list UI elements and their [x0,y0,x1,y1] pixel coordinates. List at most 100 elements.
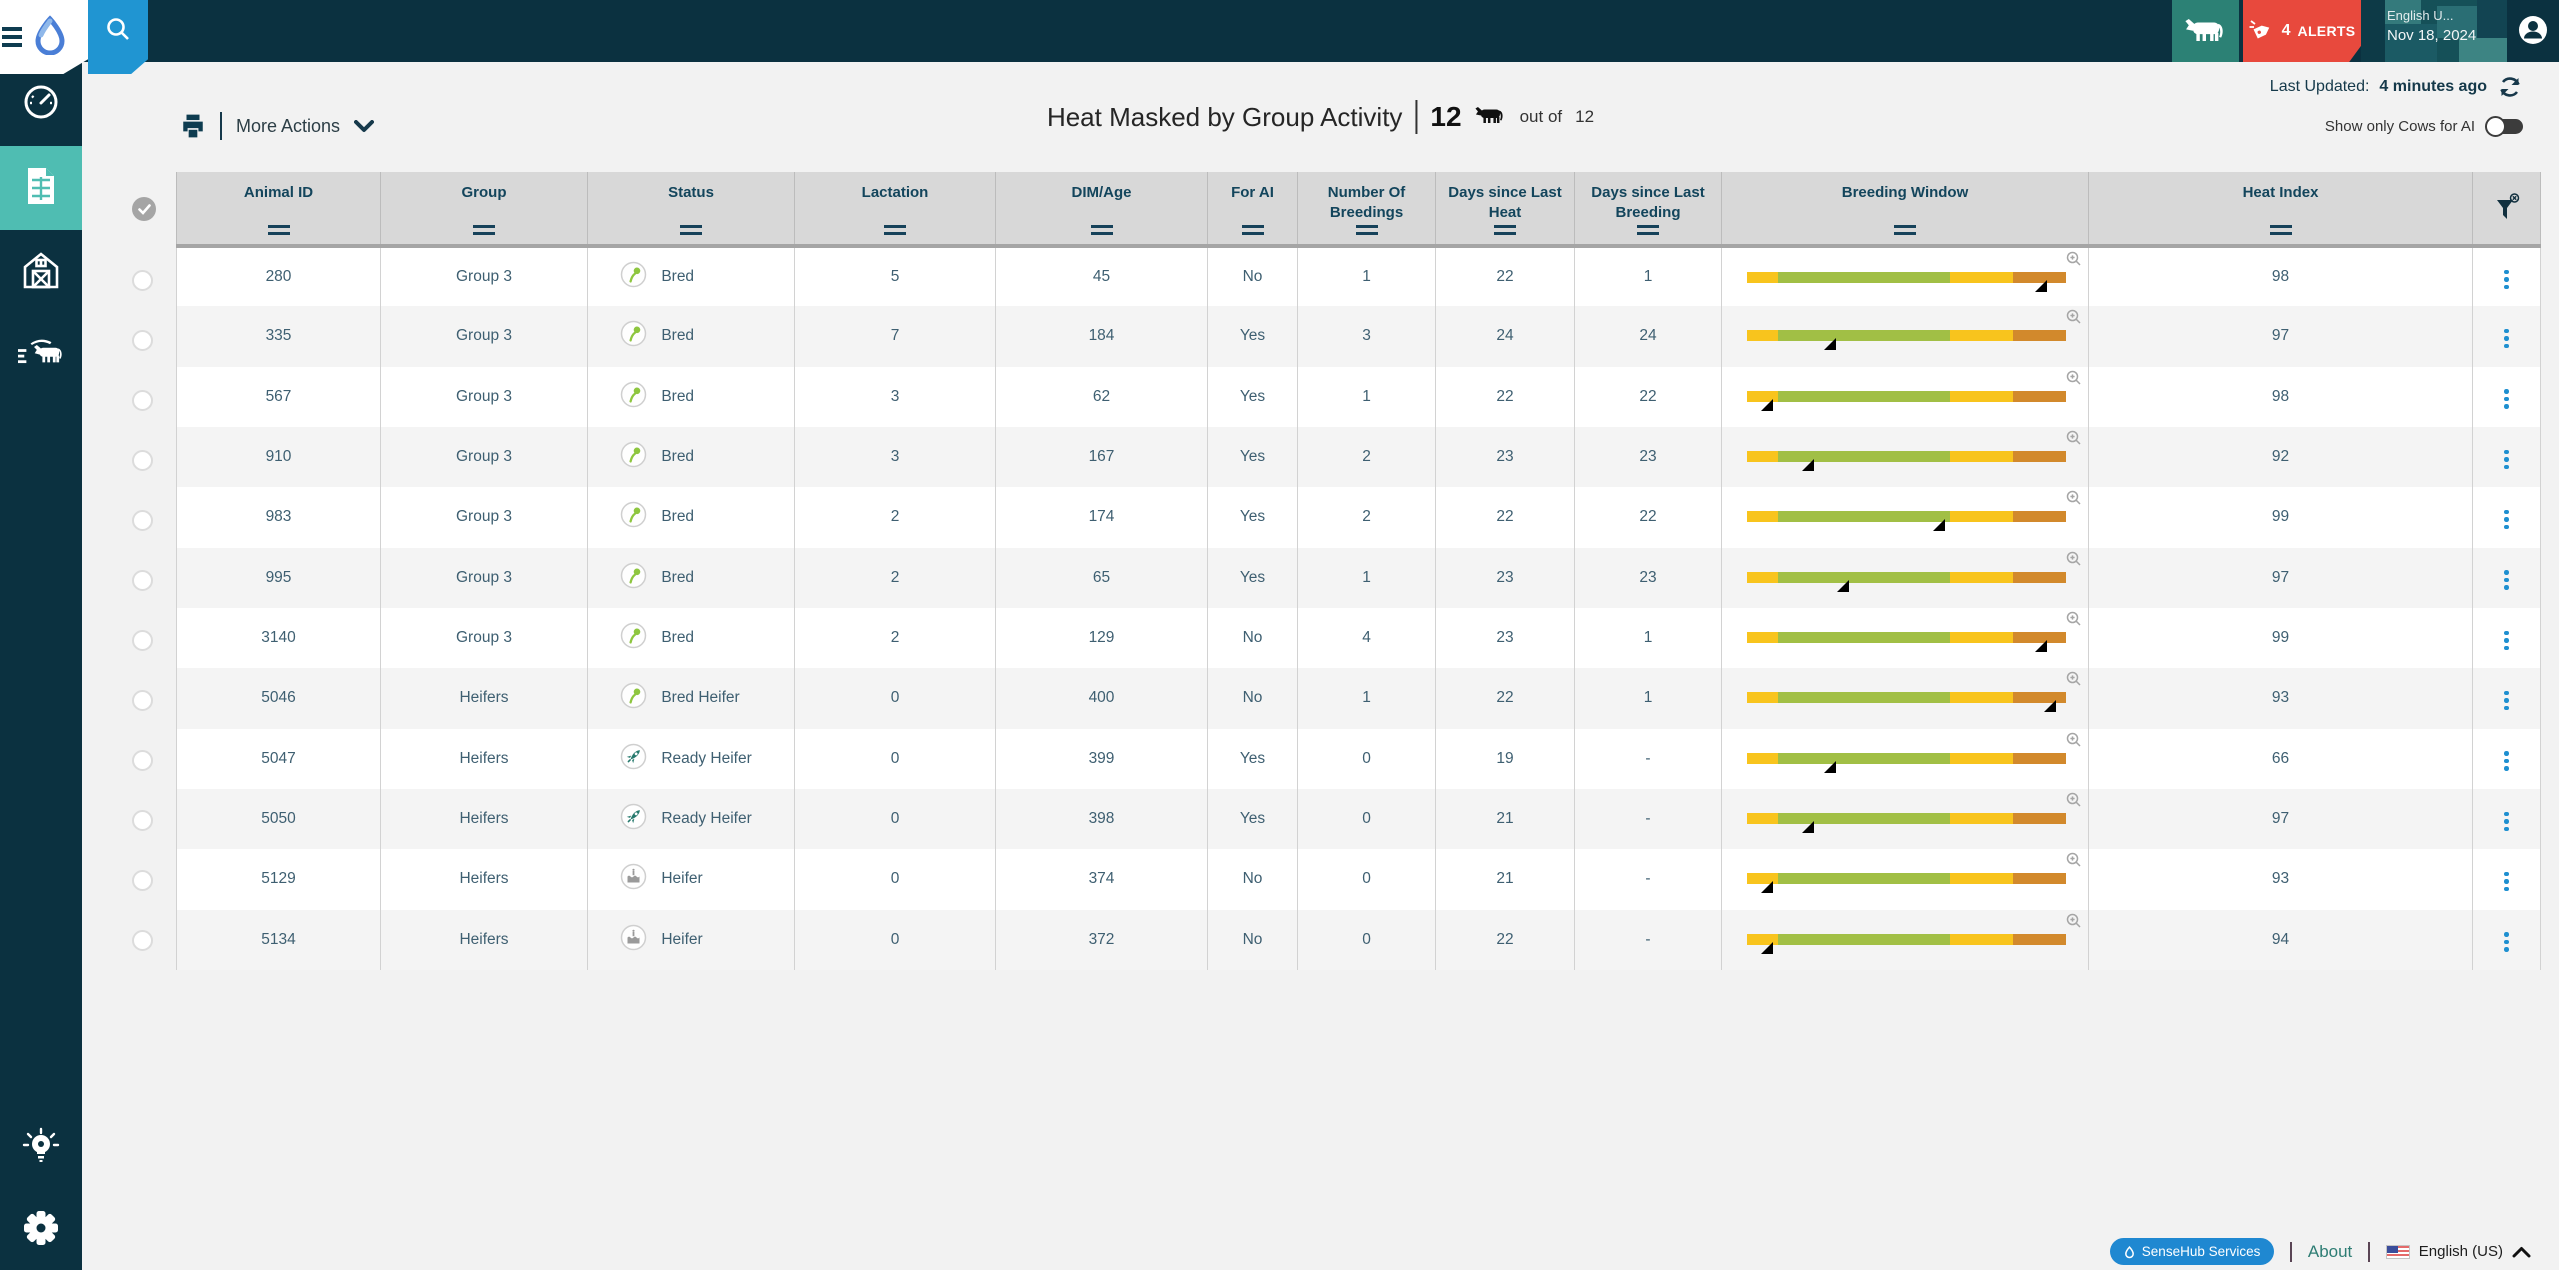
breeding-window-zoom-icon[interactable] [2066,251,2082,272]
clear-filters-icon[interactable] [2473,183,2540,223]
row-menu-kebab-icon[interactable] [2494,385,2519,413]
alerts-button[interactable]: 4 ALERTS [2243,0,2361,62]
table-row: 910 Group 3 Bred 3 167 Yes 2 23 23 [177,427,2541,487]
row-select-radio[interactable] [132,510,153,531]
breeding-window-zoom-icon[interactable] [2066,551,2082,572]
breeding-window-zoom-icon[interactable] [2066,430,2082,451]
cell-status: Heifer [588,910,795,970]
row-menu-kebab-icon[interactable] [2494,687,2519,715]
cell-number-of-breedings: 2 [1298,427,1436,487]
row-select-radio[interactable] [132,630,153,651]
cell-days-since-last-heat: 22 [1436,367,1575,427]
cell-number-of-breedings: 0 [1298,729,1436,789]
breeding-window-zoom-icon[interactable] [2066,370,2082,391]
locale-date: Nov 18, 2024 [2387,27,2476,44]
breeding-window-zoom-icon[interactable] [2066,913,2082,934]
top-bar: 4 ALERTS English U... Nov 18, 2024 [0,0,2559,62]
row-select-radio[interactable] [132,930,153,951]
column-filter-icon[interactable] [1494,221,1516,235]
row-select-radio[interactable] [132,570,153,591]
column-filter-icon[interactable] [1894,221,1916,235]
cell-row-menu [2473,246,2541,306]
row-select-radio[interactable] [132,270,153,291]
column-filter-icon[interactable] [1637,221,1659,235]
cell-days-since-last-heat: 24 [1436,306,1575,366]
breeding-window-bar [1747,572,2066,583]
column-filter-icon[interactable] [473,221,495,235]
select-all-button[interactable] [132,197,156,221]
cell-heat-index: 93 [2089,668,2473,728]
cell-animal-id: 5047 [177,729,381,789]
search-button[interactable] [88,0,148,74]
row-menu-kebab-icon[interactable] [2494,566,2519,594]
print-button[interactable] [180,113,206,139]
column-filter-icon[interactable] [1242,221,1264,235]
breeding-window-segment [1778,511,1950,522]
row-menu-kebab-icon[interactable] [2494,747,2519,775]
breeding-window-bar [1747,753,2066,764]
breeding-window-bar [1747,632,2066,643]
column-filter-icon[interactable] [1356,221,1378,235]
sidebar-item-sort-cows[interactable] [0,314,82,398]
row-select-radio[interactable] [132,330,153,351]
row-select-radio[interactable] [132,810,153,831]
row-menu-kebab-icon[interactable] [2494,266,2519,294]
sidebar-item-reports[interactable] [0,146,82,230]
cell-lactation: 7 [795,306,996,366]
more-actions-button[interactable]: More Actions [236,116,374,137]
row-menu-kebab-icon[interactable] [2494,446,2519,474]
alerts-label: ALERTS [2298,23,2356,39]
show-only-cows-toggle[interactable] [2487,119,2523,134]
row-menu-kebab-icon[interactable] [2494,928,2519,956]
print-icon [180,113,206,139]
cell-breeding-window [1722,548,2089,608]
row-menu-kebab-icon[interactable] [2494,808,2519,836]
breeding-window-segment [1950,813,2013,824]
row-menu-kebab-icon[interactable] [2494,868,2519,896]
row-select-radio[interactable] [132,390,153,411]
account-button[interactable] [2507,0,2559,62]
cell-row-menu [2473,729,2541,789]
breeding-window-segment [1747,451,1778,462]
column-filter-icon[interactable] [268,221,290,235]
cell-row-menu [2473,789,2541,849]
col-header-animal-id: Animal ID [177,172,381,246]
sidebar-item-farm[interactable] [0,230,82,314]
row-select-radio[interactable] [132,690,153,711]
breeding-window-zoom-icon[interactable] [2066,732,2082,753]
cell-animal-id: 335 [177,306,381,366]
row-select-radio[interactable] [132,870,153,891]
cell-dim-age: 62 [996,367,1208,427]
sensehub-services-button[interactable]: SenseHub Services [2110,1238,2275,1265]
row-menu-kebab-icon[interactable] [2494,325,2519,353]
breeding-window-zoom-icon[interactable] [2066,490,2082,511]
breeding-window-zoom-icon[interactable] [2066,671,2082,692]
breeding-window-zoom-icon[interactable] [2066,852,2082,873]
row-menu-kebab-icon[interactable] [2494,627,2519,655]
hamburger-menu-icon[interactable] [2,27,22,47]
column-filter-icon[interactable] [884,221,906,235]
refresh-button[interactable] [2497,74,2523,100]
breeding-window-segment [2013,813,2066,824]
row-select-radio[interactable] [132,750,153,771]
column-filter-icon[interactable] [680,221,702,235]
row-select-radio[interactable] [132,450,153,471]
cell-days-since-last-heat: 21 [1436,789,1575,849]
column-filter-icon[interactable] [1091,221,1113,235]
about-link[interactable]: About [2308,1242,2352,1262]
cell-breeding-window [1722,487,2089,547]
breeding-window-zoom-icon[interactable] [2066,792,2082,813]
barn-icon [20,250,62,295]
language-selector[interactable]: English (US) [2386,1243,2531,1260]
breeding-window-marker [2035,280,2047,292]
breeding-window-zoom-icon[interactable] [2066,309,2082,330]
column-filter-icon[interactable] [2270,221,2292,235]
cow-list-button[interactable] [2172,0,2239,62]
sidebar-item-dashboard[interactable] [0,62,82,146]
cell-breeding-window [1722,367,2089,427]
breeding-window-zoom-icon[interactable] [2066,611,2082,632]
sidebar-item-tips[interactable] [0,1110,82,1190]
sidebar-item-settings[interactable] [0,1190,82,1270]
cell-group: Group 3 [381,608,588,668]
row-menu-kebab-icon[interactable] [2494,506,2519,534]
